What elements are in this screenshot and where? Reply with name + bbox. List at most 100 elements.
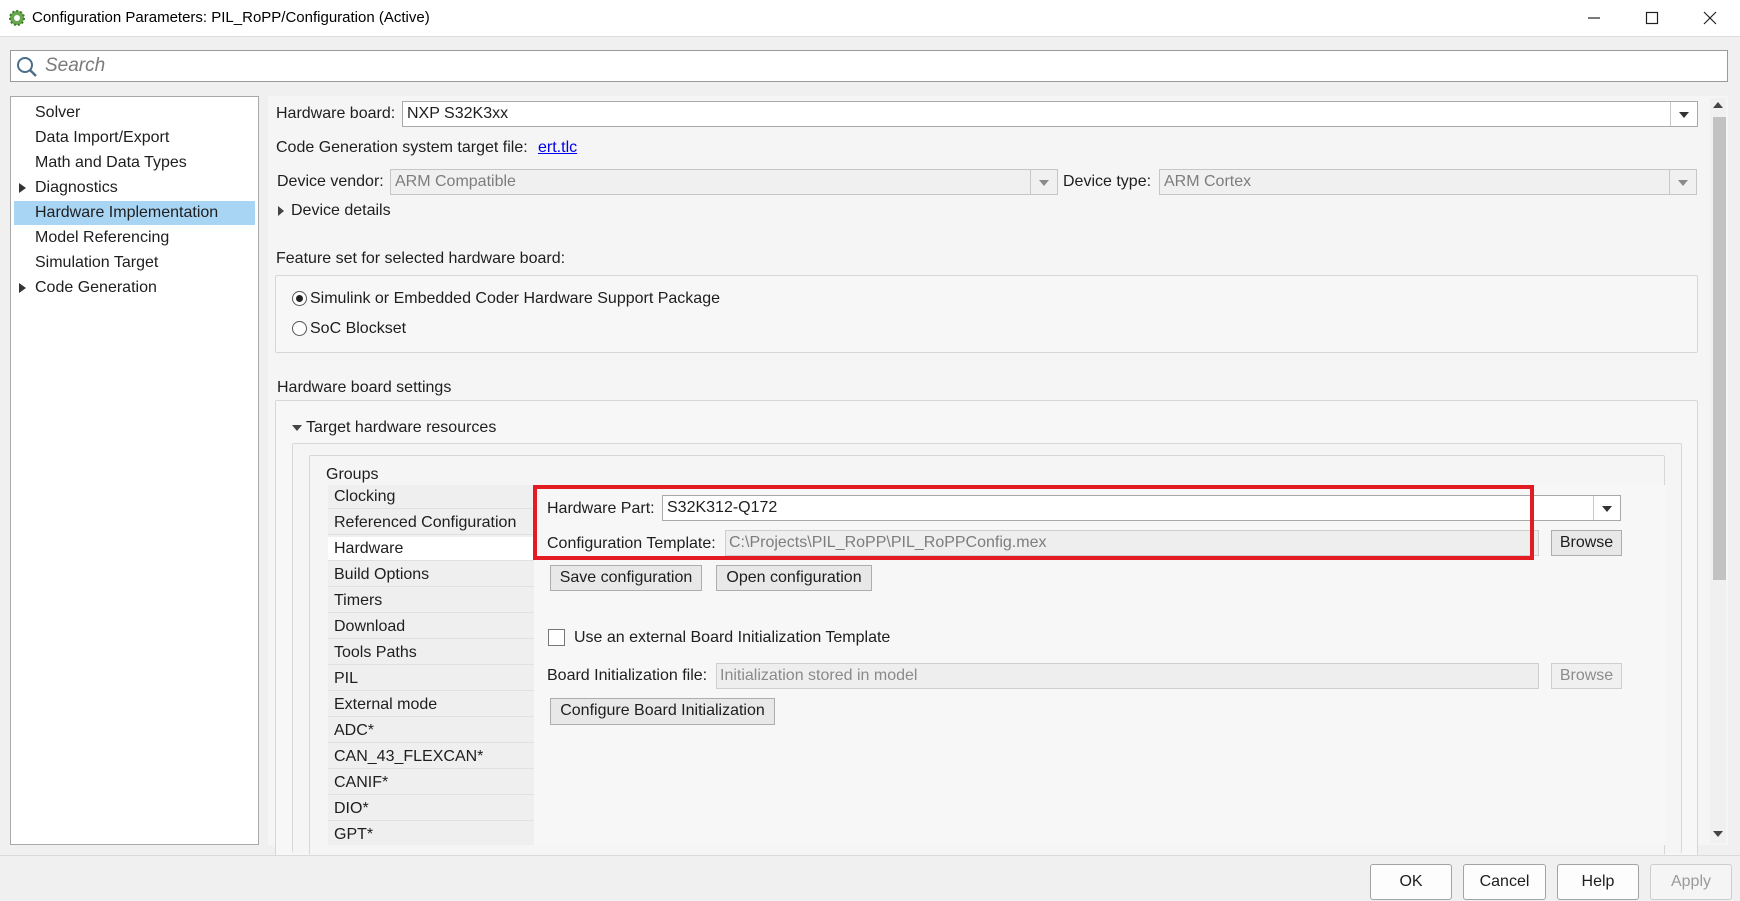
dropdown-button[interactable]	[1670, 102, 1697, 126]
device-type-dropdown[interactable]: ARM Cortex	[1159, 169, 1697, 195]
tree-item-hardware-implementation[interactable]: Hardware Implementation	[14, 201, 255, 225]
help-button[interactable]: Help	[1557, 864, 1639, 900]
simulink-gear-icon	[9, 10, 25, 26]
window-title: Configuration Parameters: PIL_RoPP/Confi…	[32, 9, 430, 26]
tree-item-code-generation[interactable]: Code Generation	[14, 276, 255, 300]
device-type-label: Device type:	[1063, 173, 1152, 190]
tree-item-simulation-target[interactable]: Simulation Target	[14, 251, 255, 275]
board-init-browse-button[interactable]: Browse	[1551, 663, 1622, 689]
group-label: CANIF*	[334, 774, 389, 791]
target-resources-toggle[interactable]: Target hardware resources	[291, 416, 511, 440]
feature-option-simulink[interactable]: Simulink or Embedded Coder Hardware Supp…	[290, 287, 720, 311]
search-box[interactable]	[10, 50, 1728, 82]
ok-button[interactable]: OK	[1370, 864, 1452, 900]
expand-arrow-icon[interactable]	[19, 283, 26, 293]
scroll-up-icon[interactable]	[1713, 102, 1723, 108]
template-browse-button[interactable]: Browse	[1551, 530, 1622, 556]
group-item-hardware[interactable]: Hardware	[328, 537, 534, 561]
open-configuration-button[interactable]: Open configuration	[716, 565, 872, 591]
expand-arrow-icon	[278, 206, 284, 216]
close-button[interactable]	[1682, 0, 1738, 36]
group-item-canif[interactable]: CANIF*	[328, 771, 534, 795]
search-input[interactable]	[45, 52, 1715, 80]
chevron-down-icon	[1602, 506, 1612, 512]
target-resources-label: Target hardware resources	[306, 419, 497, 436]
group-label: Download	[334, 618, 406, 635]
highlight-box	[533, 485, 1534, 560]
feature-option-soc[interactable]: SoC Blockset	[290, 318, 440, 342]
board-init-label: Board Initialization file:	[547, 667, 708, 684]
apply-button[interactable]: Apply	[1650, 864, 1732, 900]
tree-item-solver[interactable]: Solver	[14, 101, 255, 125]
group-label: PIL	[334, 670, 359, 687]
save-configuration-button[interactable]: Save configuration	[550, 565, 702, 591]
external-template-option[interactable]: Use an external Board Initialization Tem…	[547, 626, 927, 650]
group-item-external-mode[interactable]: External mode	[328, 693, 534, 717]
group-item-dio[interactable]: DIO*	[328, 797, 534, 821]
feature-set-label: Feature set for selected hardware board:	[276, 250, 566, 267]
group-item-can-flexcan[interactable]: CAN_43_FLEXCAN*	[328, 745, 534, 769]
group-item-pil[interactable]: PIL	[328, 667, 534, 691]
hardware-board-label: Hardware board:	[276, 105, 396, 122]
tree-item-math-data-types[interactable]: Math and Data Types	[14, 151, 255, 175]
tree-item-label: Hardware Implementation	[35, 204, 219, 221]
board-init-input[interactable]	[720, 666, 1533, 686]
radio-button[interactable]	[292, 291, 307, 306]
minimize-icon	[1588, 17, 1600, 19]
group-item-referenced-configuration[interactable]: Referenced Configuration	[328, 511, 534, 535]
groups-label: Groups	[326, 466, 379, 483]
scroll-thumb[interactable]	[1713, 117, 1726, 580]
collapse-arrow-icon	[292, 425, 302, 431]
group-item-download[interactable]: Download	[328, 615, 534, 639]
tree-item-diagnostics[interactable]: Diagnostics	[14, 176, 255, 200]
maximize-icon	[1645, 11, 1659, 25]
checkbox[interactable]	[548, 629, 565, 646]
device-details-toggle[interactable]: Device details	[276, 199, 426, 223]
group-label: Timers	[334, 592, 383, 609]
tree-item-label: Code Generation	[35, 279, 157, 296]
group-label: Clocking	[334, 488, 396, 505]
group-item-adc[interactable]: ADC*	[328, 719, 534, 743]
tree-item-label: Data Import/Export	[35, 129, 170, 146]
group-label: DIO*	[334, 800, 369, 817]
external-template-label: Use an external Board Initialization Tem…	[574, 629, 891, 646]
board-init-field[interactable]	[716, 663, 1539, 689]
tree-item-label: Model Referencing	[35, 229, 170, 246]
expand-arrow-icon[interactable]	[19, 183, 26, 193]
group-item-build-options[interactable]: Build Options	[328, 563, 534, 587]
dropdown-button[interactable]	[1593, 496, 1620, 520]
maximize-button[interactable]	[1624, 0, 1680, 36]
feature-option-label: SoC Blockset	[310, 320, 407, 337]
device-vendor-dropdown[interactable]: ARM Compatible	[390, 169, 1058, 195]
title-bar: Configuration Parameters: PIL_RoPP/Confi…	[0, 0, 1740, 37]
dropdown-button[interactable]	[1030, 170, 1057, 194]
target-file-link[interactable]: ert.tlc	[538, 139, 577, 157]
group-item-gpt[interactable]: GPT*	[328, 823, 534, 845]
group-label: GPT*	[334, 826, 374, 843]
tree-item-label: Simulation Target	[35, 254, 159, 271]
feature-set-panel: Simulink or Embedded Coder Hardware Supp…	[275, 275, 1698, 353]
search-icon	[17, 57, 37, 77]
tree-item-label: Diagnostics	[35, 179, 118, 196]
cancel-button[interactable]: Cancel	[1463, 864, 1546, 900]
dropdown-button[interactable]	[1669, 170, 1696, 194]
device-vendor-value: ARM Compatible	[395, 173, 516, 190]
hardware-board-value: NXP S32K3xx	[407, 105, 509, 122]
scroll-down-icon[interactable]	[1713, 831, 1723, 837]
tree-item-data-import-export[interactable]: Data Import/Export	[14, 126, 255, 150]
device-vendor-label: Device vendor:	[277, 173, 384, 190]
group-item-clocking[interactable]: Clocking	[328, 485, 534, 509]
category-tree: Solver Data Import/Export Math and Data …	[10, 96, 259, 845]
group-item-tools-paths[interactable]: Tools Paths	[328, 641, 534, 665]
radio-button[interactable]	[292, 321, 307, 336]
configure-board-init-button[interactable]: Configure Board Initialization	[550, 698, 775, 725]
hardware-board-dropdown[interactable]: NXP S32K3xx	[402, 101, 1698, 127]
device-type-value: ARM Cortex	[1164, 173, 1252, 190]
group-item-timers[interactable]: Timers	[328, 589, 534, 613]
group-label: Build Options	[334, 566, 430, 583]
tree-item-label: Solver	[35, 104, 81, 121]
settings-pane: Hardware board: NXP S32K3xx Code Generat…	[268, 96, 1728, 860]
close-icon	[1703, 11, 1717, 25]
tree-item-model-referencing[interactable]: Model Referencing	[14, 226, 255, 250]
minimize-button[interactable]	[1566, 0, 1622, 36]
